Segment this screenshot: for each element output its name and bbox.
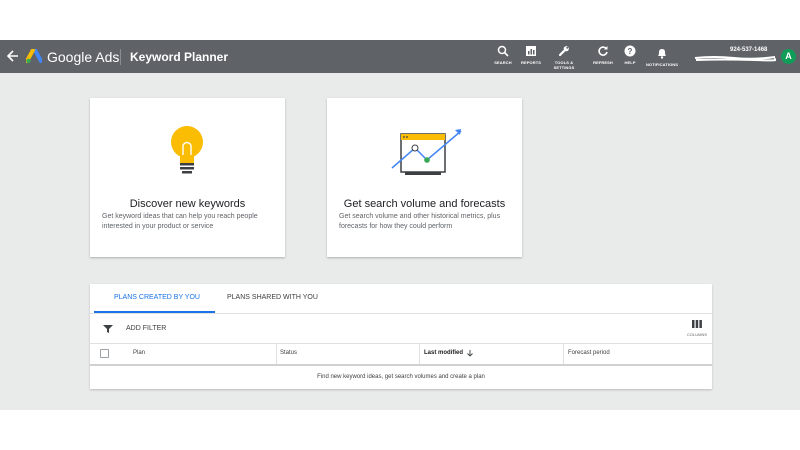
header-divider <box>120 49 121 65</box>
google-ads-logo-icon[interactable] <box>26 49 42 64</box>
tool-refresh[interactable]: REFRESH <box>592 45 614 71</box>
tool-label: NOTIFICATIONS <box>645 62 679 67</box>
card-description: Get search volume and other historical m… <box>339 213 501 230</box>
search-volume-forecasts-card[interactable]: Get search volume and forecasts Get sear… <box>327 98 522 257</box>
header-bottom-divider <box>90 364 712 366</box>
avatar[interactable]: A <box>781 49 796 64</box>
discover-keywords-card[interactable]: Discover new keywords Get keyword ideas … <box>90 98 285 257</box>
tabs-divider <box>90 313 712 314</box>
add-filter-button[interactable]: ADD FILTER <box>126 325 166 332</box>
search-icon <box>497 45 509 57</box>
brand-name[interactable]: Google Ads <box>47 49 119 65</box>
top-app-bar: Google Ads Keyword Planner SEARCH REPORT… <box>0 40 800 73</box>
redacted-account-name <box>694 56 776 62</box>
page-title: Keyword Planner <box>130 50 229 64</box>
columns-label[interactable]: COLUMNS <box>687 332 707 337</box>
card-description: Get keyword ideas that can help you reac… <box>102 213 258 230</box>
column-header-plan[interactable]: Plan <box>133 350 145 356</box>
column-divider <box>419 344 420 364</box>
select-all-checkbox[interactable] <box>100 349 109 358</box>
bell-icon <box>658 49 666 59</box>
arrow-back-icon[interactable] <box>6 48 20 64</box>
empty-state-message: Find new keyword ideas, get search volum… <box>317 374 485 380</box>
tool-notifications[interactable]: NOTIFICATIONS <box>645 47 679 73</box>
column-header-forecast-period[interactable]: Forecast period <box>568 350 610 356</box>
refresh-icon <box>598 46 608 56</box>
tab-plans-created-by-you[interactable]: PLANS CREATED BY YOU <box>114 294 200 301</box>
column-header-last-modified[interactable]: Last modified <box>424 350 463 356</box>
svg-text:?: ? <box>628 47 633 56</box>
tool-tools-settings[interactable]: TOOLS & SETTINGS <box>550 45 578 71</box>
tool-search[interactable]: SEARCH <box>492 45 514 71</box>
lightbulb-icon <box>171 126 203 174</box>
tool-help[interactable]: ? HELP <box>620 45 640 71</box>
column-divider <box>276 344 277 364</box>
account-number[interactable]: 924-537-1468 <box>730 47 767 53</box>
tool-label: REFRESH <box>593 60 613 65</box>
columns-icon[interactable] <box>692 320 702 328</box>
filter-icon[interactable] <box>103 325 113 333</box>
column-divider <box>563 344 564 364</box>
card-title: Discover new keywords <box>129 198 246 210</box>
card-title: Get search volume and forecasts <box>343 198 506 210</box>
tool-reports[interactable]: REPORTS <box>520 45 542 71</box>
header-top-divider <box>90 343 712 344</box>
help-icon: ? <box>624 45 636 57</box>
forecast-chart-icon <box>391 129 462 175</box>
tab-plans-shared-with-you[interactable]: PLANS SHARED WITH YOU <box>227 294 318 301</box>
tool-label: SEARCH <box>494 60 512 65</box>
plans-panel: PLANS CREATED BY YOU PLANS SHARED WITH Y… <box>90 284 712 389</box>
column-header-status[interactable]: Status <box>280 350 297 356</box>
wrench-icon <box>558 46 569 57</box>
reports-icon <box>526 46 536 56</box>
arrow-down-icon[interactable] <box>467 350 473 357</box>
tool-label: TOOLS & SETTINGS <box>553 60 575 70</box>
tool-label: HELP <box>624 60 636 65</box>
tool-label: REPORTS <box>520 60 542 65</box>
